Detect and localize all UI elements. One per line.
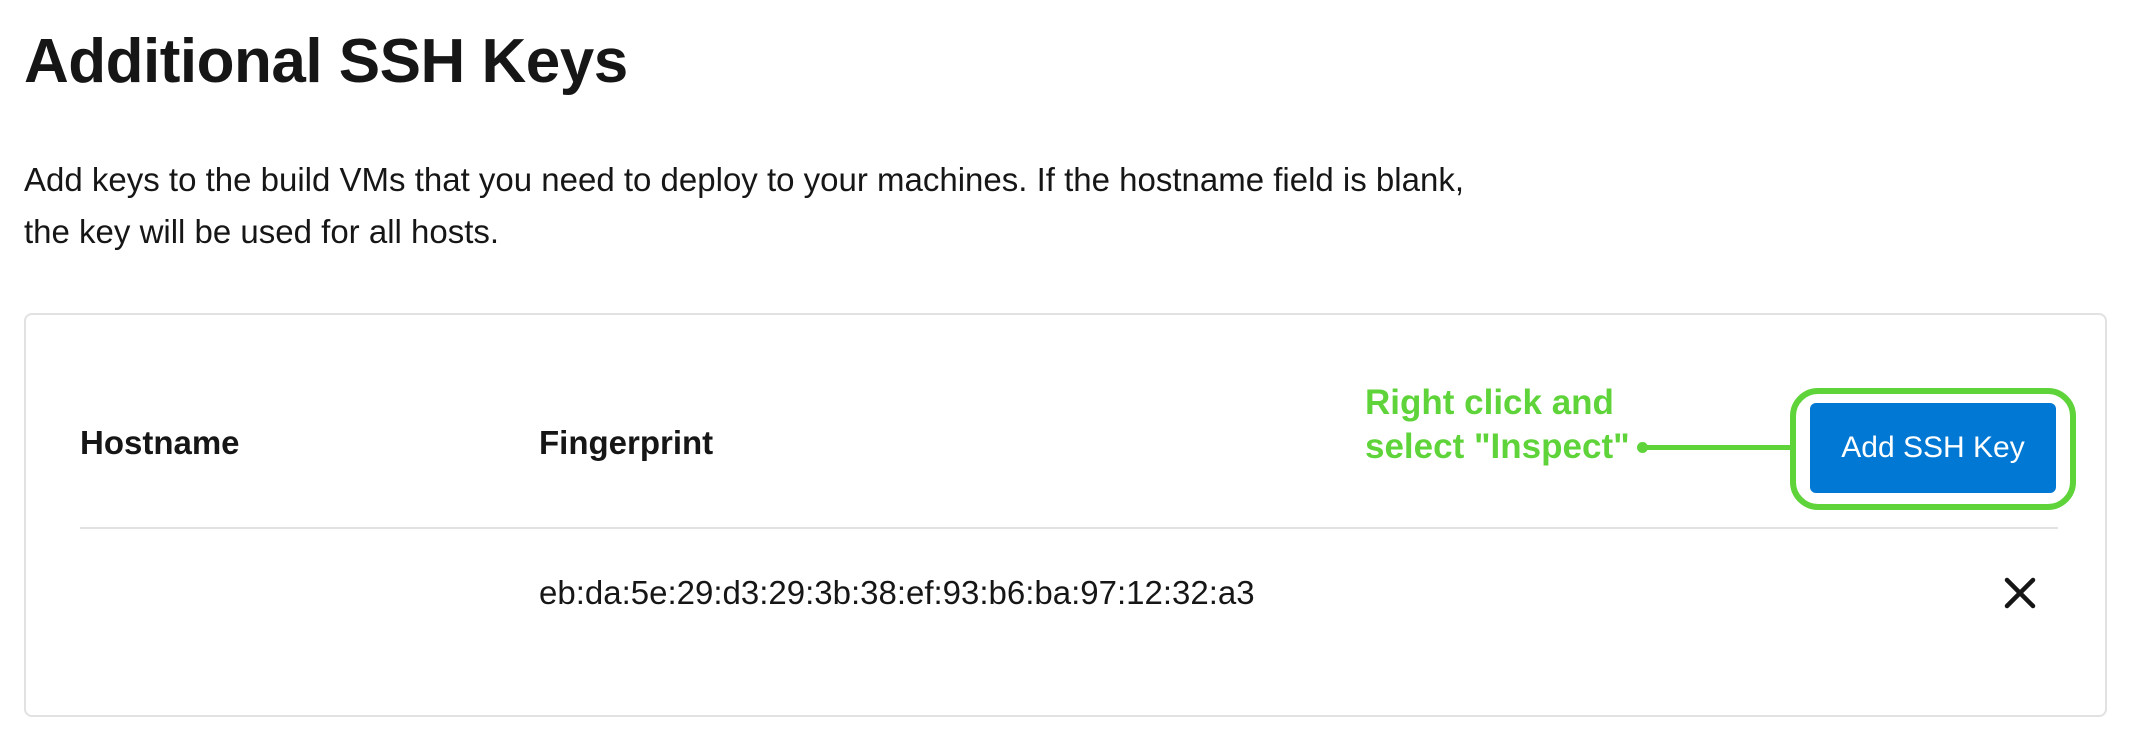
table-header-divider [80,527,2058,529]
column-header-fingerprint: Fingerprint [539,424,714,461]
annotation-connector-line [1643,445,1793,450]
row-fingerprint: eb:da:5e:29:d3:29:3b:38:ef:93:b6:ba:97:1… [539,574,1255,611]
annotation-text: Right click and select "Inspect" [1365,383,1630,466]
page-description: Add keys to the build VMs that you need … [24,161,1464,250]
page: Additional SSH Keys Add keys to the buil… [0,0,2136,752]
column-header-hostname: Hostname [80,424,240,461]
ssh-keys-card: Hostname Fingerprint Right click and sel… [24,313,2107,717]
close-icon [2004,577,2036,609]
add-ssh-key-button[interactable]: Add SSH Key [1810,403,2056,493]
delete-key-button[interactable] [1998,571,2042,615]
page-title: Additional SSH Keys [24,27,628,96]
